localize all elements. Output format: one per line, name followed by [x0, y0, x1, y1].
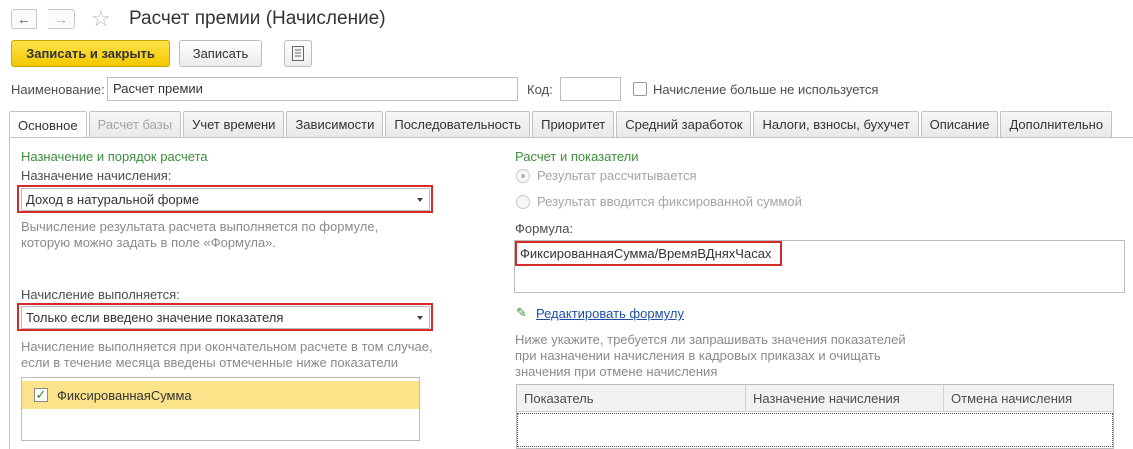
radio-fixed-label: Результат вводится фиксированной суммой [537, 194, 802, 209]
column-header-cancellation[interactable]: Отмена начисления [944, 385, 1113, 412]
formula-label: Формула: [515, 221, 574, 236]
right-hint-line-1: Ниже укажите, требуется ли запрашивать з… [515, 332, 906, 347]
document-list-icon [292, 46, 304, 61]
tab-additional[interactable]: Дополнительно [1000, 111, 1113, 137]
not-used-label: Начисление больше не используется [653, 82, 879, 97]
highlight-frame [17, 303, 433, 331]
name-input[interactable]: Расчет премии [107, 77, 518, 101]
tab-taxes[interactable]: Налоги, взносы, бухучет [753, 111, 919, 137]
column-header-assignment[interactable]: Назначение начисления [746, 385, 944, 412]
executed-label: Начисление выполняется: [21, 287, 180, 302]
more-actions-button[interactable] [284, 40, 312, 67]
radio-calculated-label: Результат рассчитывается [537, 168, 697, 183]
indicators-list[interactable]: ✓ ФиксированнаяСумма [21, 377, 420, 441]
tab-base-calculation[interactable]: Расчет базы [88, 111, 182, 137]
forward-button[interactable]: → [48, 9, 75, 29]
not-used-checkbox[interactable] [633, 82, 647, 96]
radio-calculated[interactable] [516, 169, 530, 183]
tab-main[interactable]: Основное [9, 111, 87, 138]
code-input[interactable] [560, 77, 621, 101]
right-section-title: Расчет и показатели [515, 149, 639, 164]
tab-priority[interactable]: Приоритет [532, 111, 615, 137]
edit-formula-link[interactable]: Редактировать формулу [536, 306, 684, 321]
left-section-title: Назначение и порядок расчета [21, 149, 208, 164]
right-hint-line-2: при назначении начисления в кадровых при… [515, 348, 881, 363]
back-button[interactable]: ← [11, 9, 37, 29]
purpose-hint-line-1: Вычисление результата расчета выполняетс… [21, 219, 379, 234]
name-label: Наименование: [11, 82, 105, 97]
tab-dependencies[interactable]: Зависимости [286, 111, 384, 137]
highlight-frame [515, 241, 782, 266]
code-label: Код: [527, 82, 553, 97]
favorite-star-icon[interactable]: ☆ [91, 6, 111, 32]
highlight-frame [17, 185, 433, 213]
save-and-close-button[interactable]: Записать и закрыть [11, 40, 170, 67]
indicators-table[interactable]: Показатель Назначение начисления Отмена … [516, 384, 1114, 449]
table-header: Показатель Назначение начисления Отмена … [517, 385, 1113, 412]
tab-sequence[interactable]: Последовательность [385, 111, 531, 137]
tab-bar: Основное Расчет базы Учет времени Зависи… [9, 111, 1114, 138]
table-row[interactable] [517, 413, 1113, 447]
list-item[interactable]: ✓ ФиксированнаяСумма [22, 381, 419, 409]
purpose-hint-line-2: которую можно задать в поле «Формула». [21, 235, 277, 250]
arrow-left-icon: ← [17, 11, 31, 27]
executed-hint-line-2: если в течение месяца введены отмеченные… [21, 355, 398, 370]
right-hint-line-3: значения при отмене начисления [515, 364, 718, 379]
tab-average-earnings[interactable]: Средний заработок [616, 111, 752, 137]
save-button[interactable]: Записать [179, 40, 262, 67]
tab-divider [9, 137, 1133, 138]
executed-hint-line-1: Начисление выполняется при окончательном… [21, 339, 433, 354]
window-title: Расчет премии (Начисление) [129, 8, 386, 29]
pencil-icon: ✎ [516, 305, 527, 320]
tab-time-tracking[interactable]: Учет времени [183, 111, 285, 137]
radio-fixed[interactable] [516, 195, 530, 209]
panel-left-border [9, 137, 10, 449]
checkbox-checked-icon[interactable]: ✓ [34, 388, 48, 402]
purpose-label: Назначение начисления: [21, 168, 172, 183]
arrow-right-icon: → [54, 11, 68, 27]
tab-description[interactable]: Описание [920, 111, 999, 137]
indicator-label: ФиксированнаяСумма [57, 387, 192, 403]
column-header-indicator[interactable]: Показатель [517, 385, 746, 412]
